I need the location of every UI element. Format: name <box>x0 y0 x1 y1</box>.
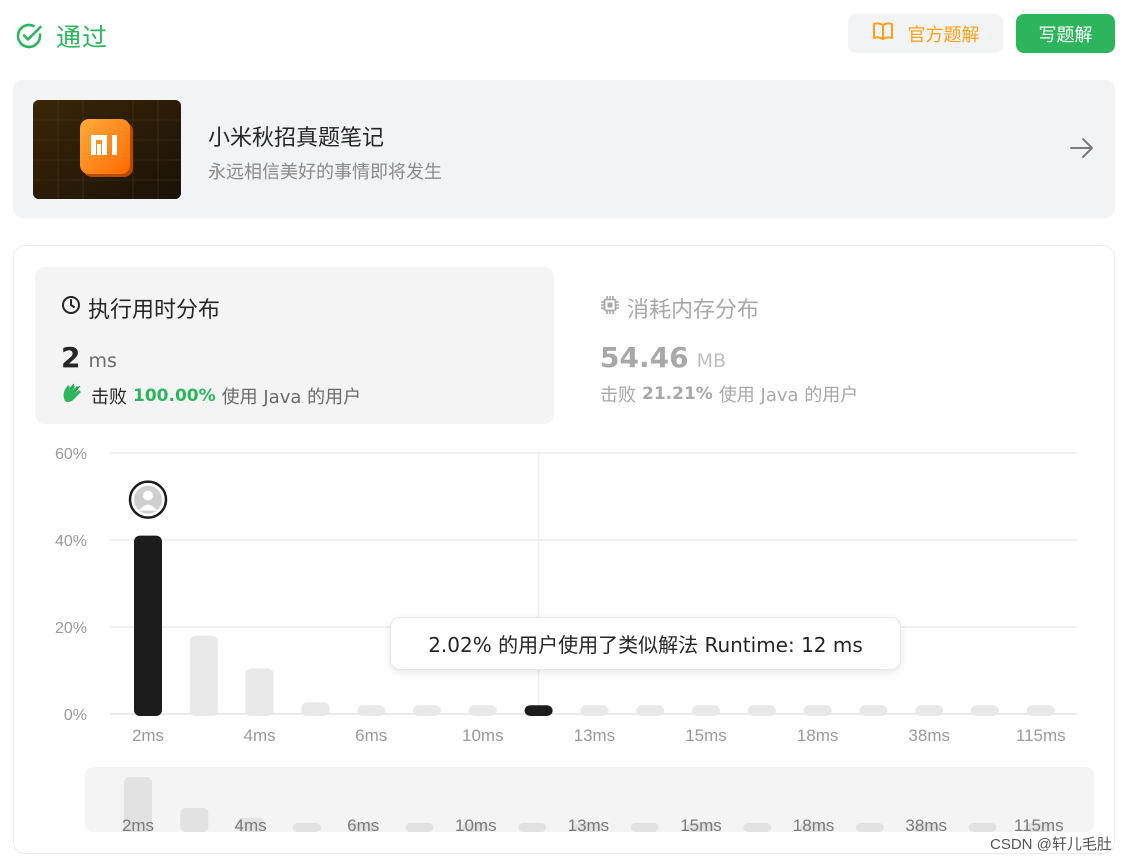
clap-hands-icon <box>61 381 85 410</box>
book-open-icon <box>872 21 894 46</box>
promo-title: 小米秋招真题笔记 <box>208 126 385 151</box>
memory-unit: MB <box>696 350 727 372</box>
chart-bar[interactable] <box>971 705 999 716</box>
promo-thumbnail <box>33 100 181 199</box>
chart-bar[interactable] <box>468 705 497 716</box>
clock-icon <box>61 295 81 321</box>
status-header: 通过 <box>14 18 108 54</box>
chart-bar[interactable] <box>134 535 162 716</box>
runtime-beat-suffix: 使用 Java 的用户 <box>221 386 362 408</box>
memory-beat-suffix: 使用 Java 的用户 <box>718 385 859 406</box>
chart-bar[interactable] <box>580 705 609 716</box>
stats-panel: 执行用时分布 2 ms 击败 100.00% 使用 Java 的用户 消耗内存分… <box>13 245 1115 854</box>
runtime-value: 2 <box>61 341 81 374</box>
tab-memory-label: 消耗内存分布 <box>627 298 760 323</box>
status-text: 通过 <box>56 23 109 52</box>
tab-memory[interactable]: 消耗内存分布 54.46 MB 击败 21.21% 使用 Java 的用户 <box>582 267 1101 424</box>
official-solution-label: 官方题解 <box>907 24 980 46</box>
chart-bar[interactable] <box>245 668 274 716</box>
chart-bar[interactable] <box>859 705 888 716</box>
watermark: CSDN @轩儿毛肚 <box>990 836 1112 853</box>
chart-bar[interactable] <box>803 705 832 716</box>
chart-bar[interactable] <box>636 705 665 716</box>
promo-card[interactable]: 小米秋招真题笔记 永远相信美好的事情即将发生 <box>13 80 1115 218</box>
runtime-metric: 2 ms <box>61 341 117 374</box>
runtime-beat-label: 击败 <box>91 386 127 408</box>
chart-bar[interactable] <box>413 705 441 716</box>
memory-beat-pct: 21.21% <box>642 384 713 404</box>
chart-bar[interactable] <box>524 705 553 716</box>
chart-bar[interactable] <box>357 705 386 716</box>
chart-bar[interactable] <box>301 702 330 716</box>
check-circle-icon <box>14 21 44 51</box>
write-solution-label: 写题解 <box>1038 24 1093 46</box>
chart-range-navigator[interactable] <box>85 767 1094 832</box>
chart-bar[interactable] <box>747 705 776 716</box>
chart-tooltip: 2.02% 的用户使用了类似解法 Runtime: 12 ms <box>390 617 901 670</box>
chart-bar[interactable] <box>189 635 218 716</box>
runtime-unit: ms <box>88 350 117 372</box>
memory-beat: 击败 21.21% 使用 Java 的用户 <box>600 381 858 407</box>
chart-bar[interactable] <box>1026 705 1055 716</box>
chart-bar[interactable] <box>692 705 720 716</box>
write-solution-button[interactable]: 写题解 <box>1016 14 1115 53</box>
chart-bar[interactable] <box>915 705 944 716</box>
runtime-beat-pct: 100.00% <box>133 385 216 406</box>
chip-icon <box>600 295 620 321</box>
runtime-beat: 击败 100.00% 使用 Java 的用户 <box>61 381 361 410</box>
memory-beat-label: 击败 <box>600 385 636 406</box>
promo-subtitle: 永远相信美好的事情即将发生 <box>208 162 442 183</box>
arrow-right-icon[interactable] <box>1069 135 1095 165</box>
tab-runtime[interactable]: 执行用时分布 2 ms 击败 100.00% 使用 Java 的用户 <box>35 267 554 424</box>
tab-runtime-label: 执行用时分布 <box>88 298 221 323</box>
memory-metric: 54.46 MB <box>600 341 726 374</box>
official-solution-button[interactable]: 官方题解 <box>848 14 1003 53</box>
memory-value: 54.46 <box>600 341 689 374</box>
